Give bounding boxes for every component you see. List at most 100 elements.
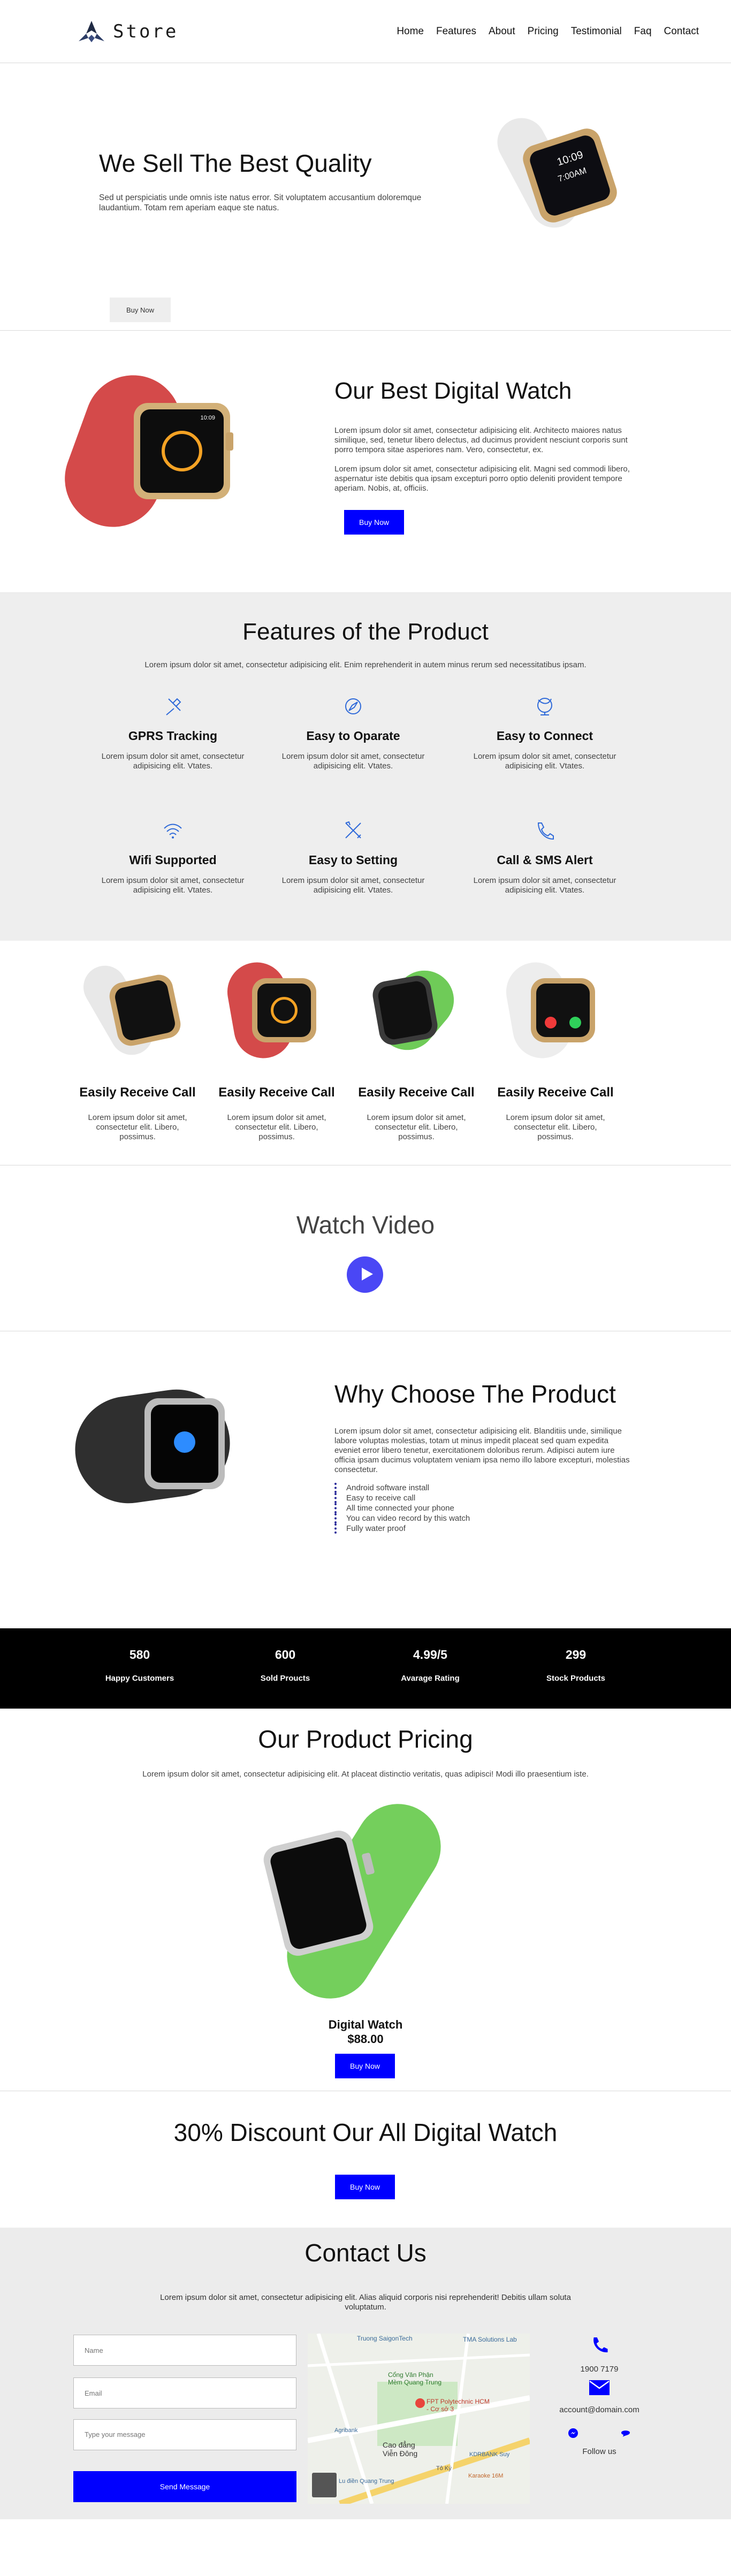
- watch-card-image: [493, 957, 618, 1064]
- compass-icon: [345, 698, 361, 714]
- main-nav: Home Features About Pricing Testimonial …: [397, 26, 699, 37]
- watch-card: Easily Receive Call Lorem ipsum dolor si…: [493, 957, 618, 1142]
- email-field[interactable]: [73, 2377, 296, 2409]
- best-watch-time: 10:09: [200, 415, 215, 421]
- stat-number: 4.99/5: [413, 1648, 447, 1662]
- contact-title: Contact Us: [304, 2239, 427, 2267]
- watch-card: Easily Receive Call Lorem ipsum dolor si…: [354, 957, 478, 1142]
- play-video-button[interactable]: [347, 1256, 383, 1293]
- map-label: Cổng Văn Phận Mềm Quang Trung: [388, 2371, 442, 2386]
- hero-section: We Sell The Best Quality Sed ut perspici…: [0, 63, 731, 331]
- why-list-item: All time connected your phone: [334, 1503, 470, 1513]
- hero-watch-subtime: 7:00AM: [557, 166, 588, 184]
- watch-card-image: [354, 957, 478, 1064]
- pricing-watch-image: [257, 1787, 471, 2015]
- stat-item: 4.99/5 Avarage Rating: [377, 1648, 484, 1683]
- wifi-icon: [164, 824, 182, 839]
- map-label: Truong SaigonTech: [357, 2335, 413, 2342]
- nav-testimonial[interactable]: Testimonial: [571, 26, 622, 37]
- watch-card-text: Lorem ipsum dolor sit amet, consectetur …: [506, 1113, 605, 1141]
- feature-text: Lorem ipsum dolor sit amet, consectetur …: [473, 752, 616, 771]
- feature-text: Lorem ipsum dolor sit amet, consectetur …: [101, 752, 245, 771]
- contact-phone: 1900 7179: [549, 2335, 650, 2374]
- stat-label: Happy Customers: [105, 1674, 174, 1683]
- pricing-title: Our Product Pricing: [258, 1725, 473, 1753]
- pricing-buy-now-button[interactable]: Buy Now: [335, 2054, 395, 2078]
- location-map[interactable]: Truong SaigonTech TMA Solutions Lab Cổng…: [308, 2334, 530, 2504]
- pricing-section: Our Product Pricing Lorem ipsum dolor si…: [0, 1709, 731, 2091]
- feature-item: Wifi Supported Lorem ipsum dolor sit ame…: [93, 819, 253, 895]
- hero-buy-now-button[interactable]: Buy Now: [110, 298, 171, 322]
- map-label: TMA Solutions Lab: [463, 2336, 517, 2343]
- best-buy-now-button[interactable]: Buy Now: [344, 510, 404, 535]
- feature-item: Easy to Setting Lorem ipsum dolor sit am…: [273, 819, 433, 895]
- nav-pricing[interactable]: Pricing: [528, 26, 559, 37]
- why-list-item: Easy to receive call: [334, 1493, 470, 1503]
- watch-card-title: Easily Receive Call: [218, 1085, 335, 1100]
- best-paragraph-2: Lorem ipsum dolor sit amet, consectetur …: [334, 464, 630, 493]
- watch-cards-section: Easily Receive Call Lorem ipsum dolor si…: [0, 941, 731, 1165]
- nav-contact[interactable]: Contact: [664, 26, 699, 37]
- facebook-messenger-icon[interactable]: [568, 2428, 578, 2438]
- why-list-item: You can video record by this watch: [334, 1513, 470, 1523]
- feature-item: Easy to Connect Lorem ipsum dolor sit am…: [465, 695, 625, 771]
- why-list-item: Fully water proof: [334, 1523, 470, 1534]
- why-watch-image: [68, 1377, 237, 1516]
- message-field[interactable]: [73, 2419, 296, 2450]
- feature-title: Wifi Supported: [129, 853, 217, 867]
- pushpin-icon: [166, 698, 181, 715]
- best-title: Our Best Digital Watch: [334, 378, 572, 404]
- stat-number: 299: [565, 1648, 587, 1662]
- phone-icon: [593, 2337, 608, 2352]
- watch-card-title: Easily Receive Call: [79, 1085, 196, 1100]
- watch-card: Easily Receive Call Lorem ipsum dolor si…: [75, 957, 200, 1142]
- brand-logo[interactable]: Store: [78, 20, 178, 43]
- discount-buy-now-button[interactable]: Buy Now: [335, 2175, 395, 2199]
- brand-logo-icon: [79, 20, 104, 42]
- stat-item: 299 Stock Products: [522, 1648, 629, 1683]
- watch-card-text: Lorem ipsum dolor sit amet, consectetur …: [227, 1113, 326, 1141]
- stat-item: 580 Happy Customers: [86, 1648, 193, 1683]
- send-message-button[interactable]: Send Message: [73, 2471, 296, 2502]
- pricing-price: $88.00: [347, 2032, 384, 2046]
- contact-email: account@domain.com: [549, 2380, 650, 2414]
- chat-icon[interactable]: [620, 2428, 631, 2438]
- features-title: Features of the Product: [242, 619, 489, 645]
- globe-icon: [537, 698, 552, 715]
- phone-icon: [537, 822, 554, 840]
- stat-label: Avarage Rating: [401, 1674, 460, 1683]
- watch-card-text: Lorem ipsum dolor sit amet, consectetur …: [367, 1113, 466, 1141]
- stats-section: 580 Happy Customers 600 Sold Proucts 4.9…: [0, 1628, 731, 1709]
- map-label: Cao đẳng Viễn Đông: [383, 2441, 418, 2458]
- video-title: Watch Video: [296, 1211, 435, 1239]
- envelope-icon: [589, 2380, 610, 2395]
- stat-label: Sold Proucts: [260, 1674, 310, 1683]
- nav-about[interactable]: About: [489, 26, 515, 37]
- watch-card-text: Lorem ipsum dolor sit amet, consectetur …: [88, 1113, 187, 1141]
- stat-number: 600: [275, 1648, 296, 1662]
- pricing-subtitle: Lorem ipsum dolor sit amet, consectetur …: [142, 1770, 589, 1779]
- contact-section: Contact Us Lorem ipsum dolor sit amet, c…: [0, 2228, 731, 2519]
- nav-faq[interactable]: Faq: [634, 26, 652, 37]
- hero-watch-image: 10:09 7:00AM: [489, 109, 626, 237]
- feature-title: Easy to Oparate: [306, 729, 400, 743]
- feature-text: Lorem ipsum dolor sit amet, consectetur …: [101, 876, 245, 895]
- watch-card: Easily Receive Call Lorem ipsum dolor si…: [215, 957, 339, 1142]
- name-field[interactable]: [73, 2335, 296, 2366]
- best-paragraph-1: Lorem ipsum dolor sit amet, consectetur …: [334, 426, 628, 454]
- map-label: Karaoke 16M: [468, 2473, 504, 2479]
- features-section: Features of the Product Lorem ipsum dolo…: [0, 593, 731, 941]
- why-choose-section: Why Choose The Product Lorem ipsum dolor…: [0, 1331, 731, 1628]
- social-links: Follow us: [549, 2428, 650, 2456]
- nav-home[interactable]: Home: [397, 26, 424, 37]
- feature-item: GPRS Tracking Lorem ipsum dolor sit amet…: [93, 695, 253, 771]
- nav-features[interactable]: Features: [436, 26, 476, 37]
- brand-name: Store: [113, 20, 179, 42]
- feature-title: GPRS Tracking: [128, 729, 218, 743]
- video-section: Watch Video: [0, 1165, 731, 1331]
- hero-description: Sed ut perspiciatis unde omnis iste natu…: [99, 193, 422, 212]
- why-list-item: Android software install: [334, 1483, 470, 1493]
- watch-card-title: Easily Receive Call: [358, 1085, 475, 1100]
- why-text: Lorem ipsum dolor sit amet, consectetur …: [334, 1427, 630, 1474]
- contact-subtitle: Lorem ipsum dolor sit amet, consectetur …: [160, 2293, 571, 2312]
